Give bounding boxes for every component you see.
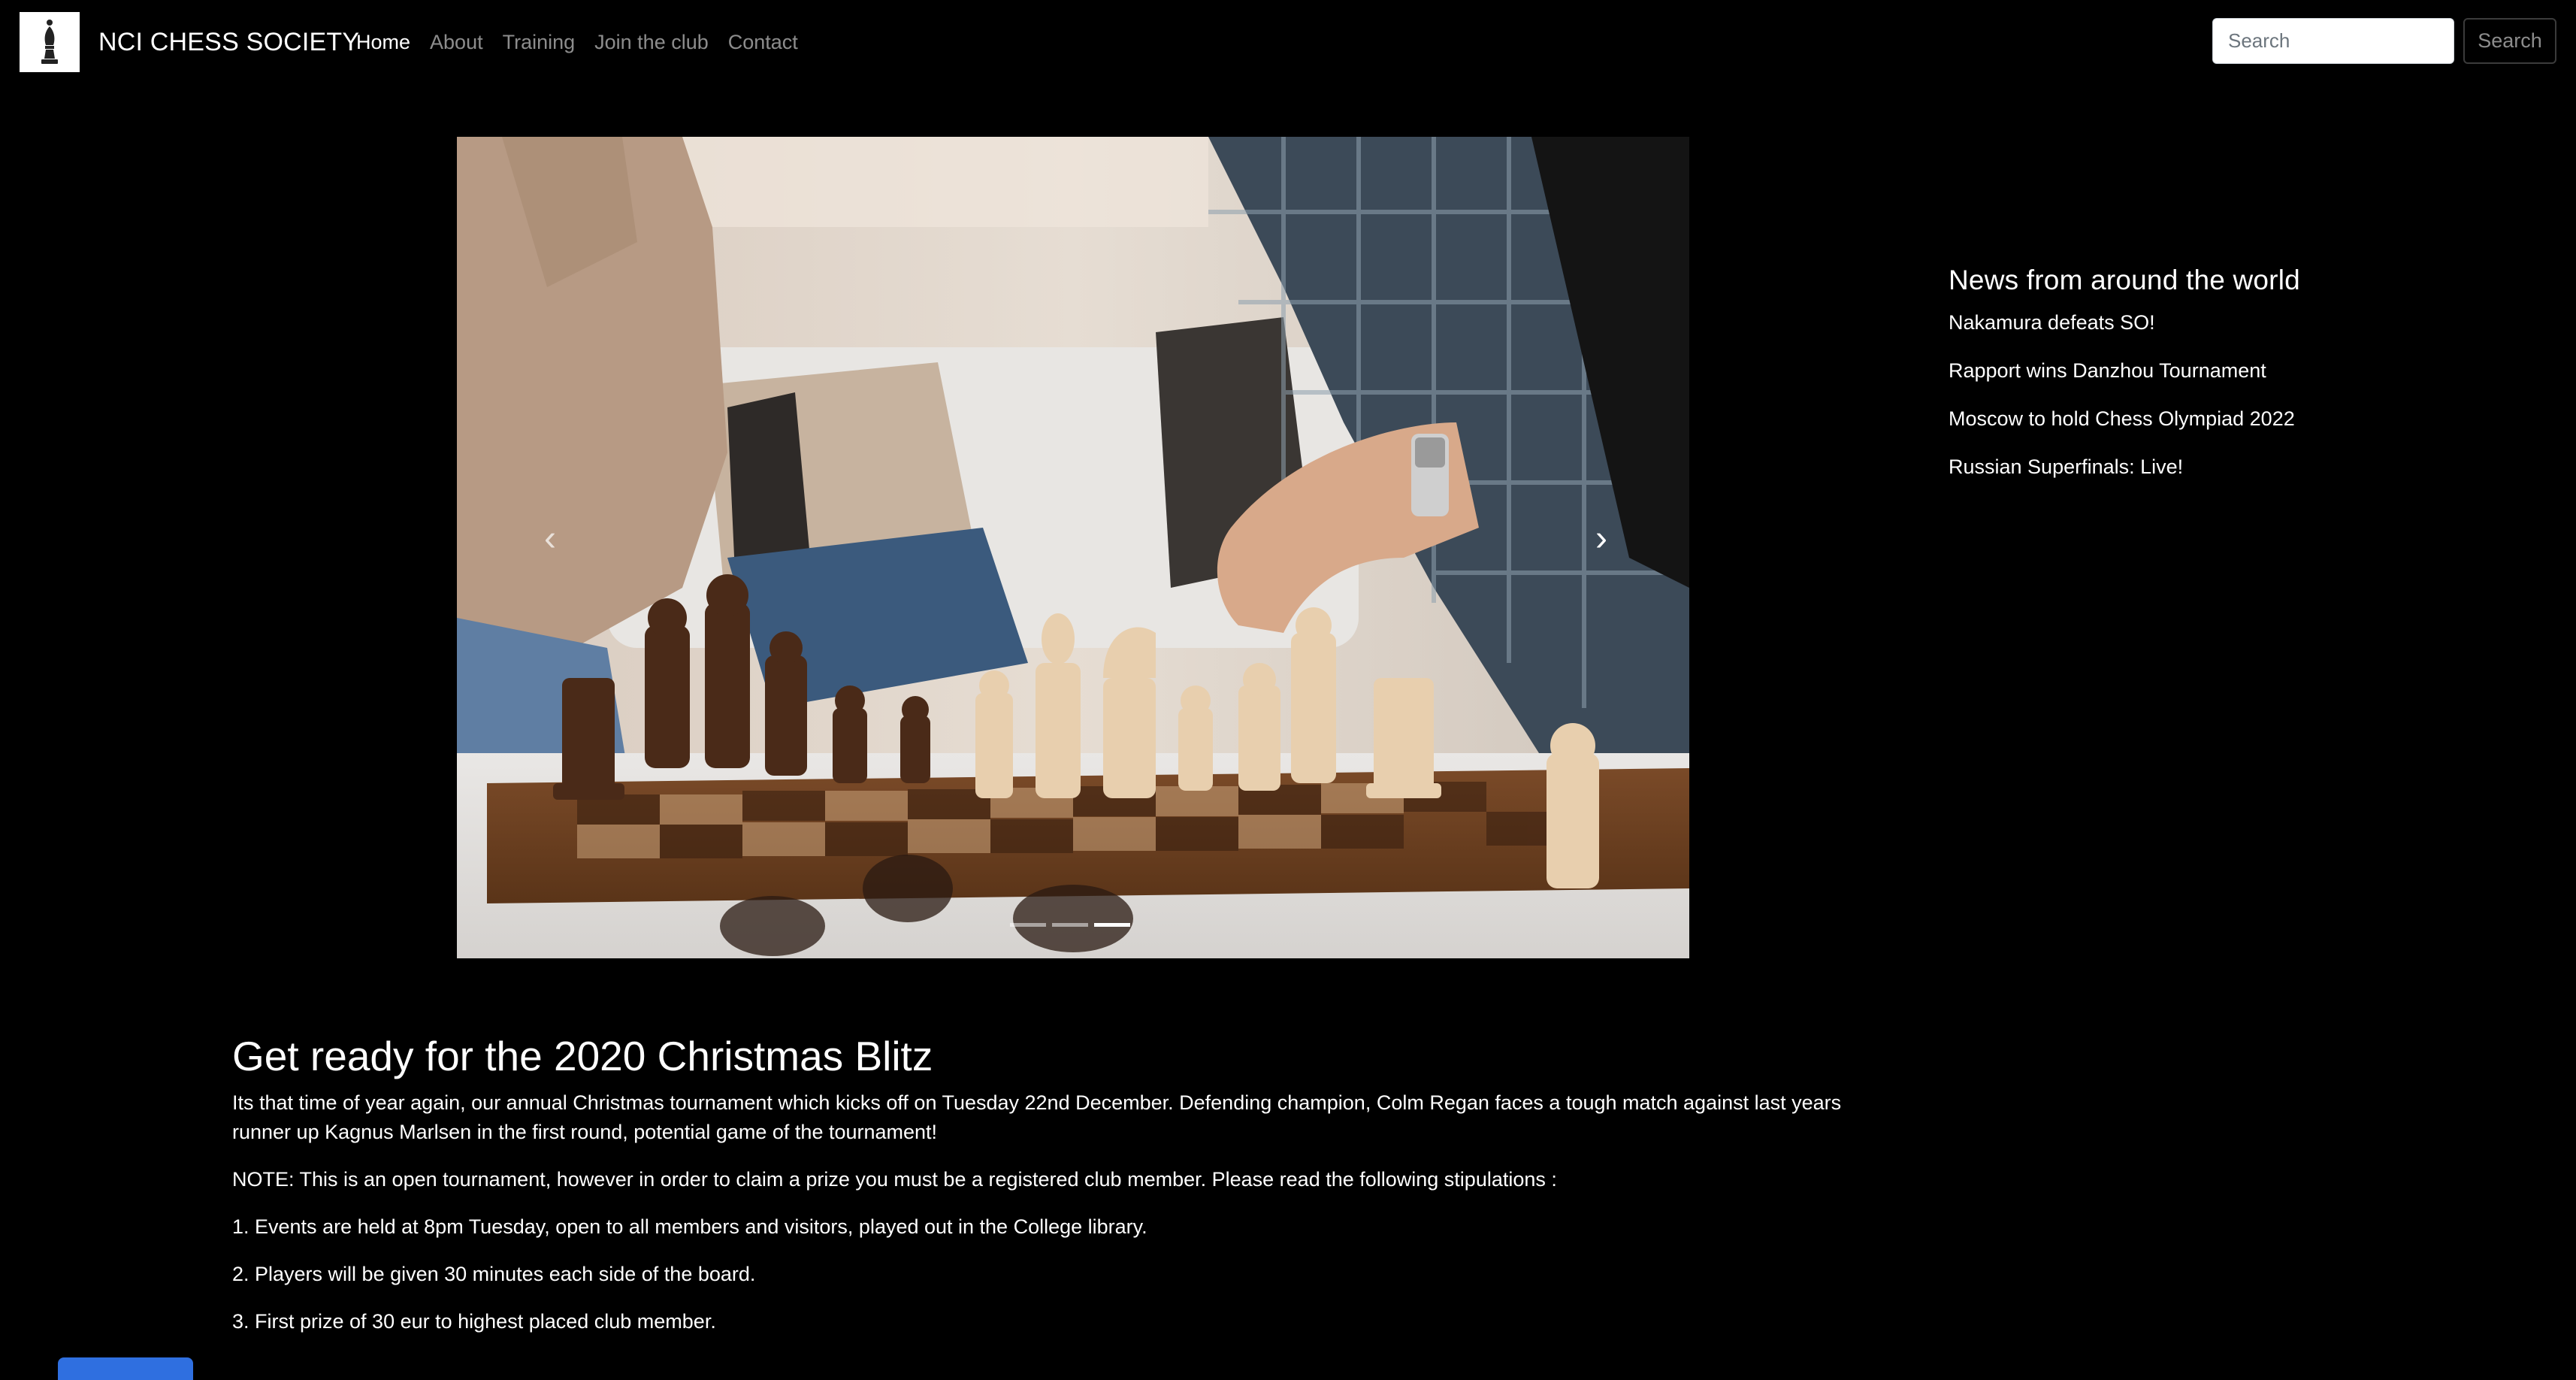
nav-link-about[interactable]: About <box>430 29 483 55</box>
carousel-indicators <box>1010 923 1130 927</box>
search-button[interactable]: Search <box>2463 18 2556 64</box>
carousel-indicator-3[interactable] <box>1094 923 1130 927</box>
article-paragraph: 3. First prize of 30 eur to highest plac… <box>232 1310 716 1333</box>
news-item[interactable]: Nakamura defeats SO! <box>1949 310 2399 335</box>
chess-bishop-icon <box>41 20 58 64</box>
carousel-prev-button[interactable]: ‹ <box>528 516 573 561</box>
nav-link-home[interactable]: Home <box>356 29 410 55</box>
news-sidebar: News from around the world Nakamura defe… <box>1949 263 2399 502</box>
nav-link-training[interactable]: Training <box>503 29 576 55</box>
article-paragraph: 2. Players will be given 30 minutes each… <box>232 1263 756 1285</box>
news-item[interactable]: Moscow to hold Chess Olympiad 2022 <box>1949 406 2399 431</box>
chevron-right-icon: › <box>1595 519 1607 558</box>
navbar: NCI CHESS SOCIETY Home About Training Jo… <box>0 0 2576 83</box>
floating-action-button[interactable] <box>58 1357 193 1380</box>
article: Get ready for the 2020 Christmas Blitz I… <box>232 1031 1900 1354</box>
carousel-indicator-2[interactable] <box>1052 923 1088 927</box>
brand-name[interactable]: NCI CHESS SOCIETY <box>98 28 359 56</box>
article-paragraph: Its that time of year again, our annual … <box>232 1091 1842 1143</box>
carousel-indicator-1[interactable] <box>1010 923 1046 927</box>
search-input[interactable] <box>2212 18 2454 64</box>
nav-links: Home About Training Join the club Contac… <box>356 29 818 55</box>
nav-link-join-the-club[interactable]: Join the club <box>594 29 709 55</box>
article-paragraph: 1. Events are held at 8pm Tuesday, open … <box>232 1215 1147 1238</box>
news-title: News from around the world <box>1949 265 2300 295</box>
image-carousel: ‹ › <box>457 137 1689 958</box>
nav-link-contact[interactable]: Contact <box>728 29 798 55</box>
chess-game-photo <box>457 137 1689 958</box>
news-item[interactable]: Russian Superfinals: Live! <box>1949 454 2399 480</box>
article-title: Get ready for the 2020 Christmas Blitz <box>232 1033 933 1079</box>
carousel-next-button[interactable]: › <box>1579 516 1624 561</box>
news-item[interactable]: Rapport wins Danzhou Tournament <box>1949 358 2399 383</box>
chevron-left-icon: ‹ <box>544 519 556 558</box>
logo[interactable] <box>20 12 80 72</box>
article-paragraph: NOTE: This is an open tournament, howeve… <box>232 1168 1557 1191</box>
